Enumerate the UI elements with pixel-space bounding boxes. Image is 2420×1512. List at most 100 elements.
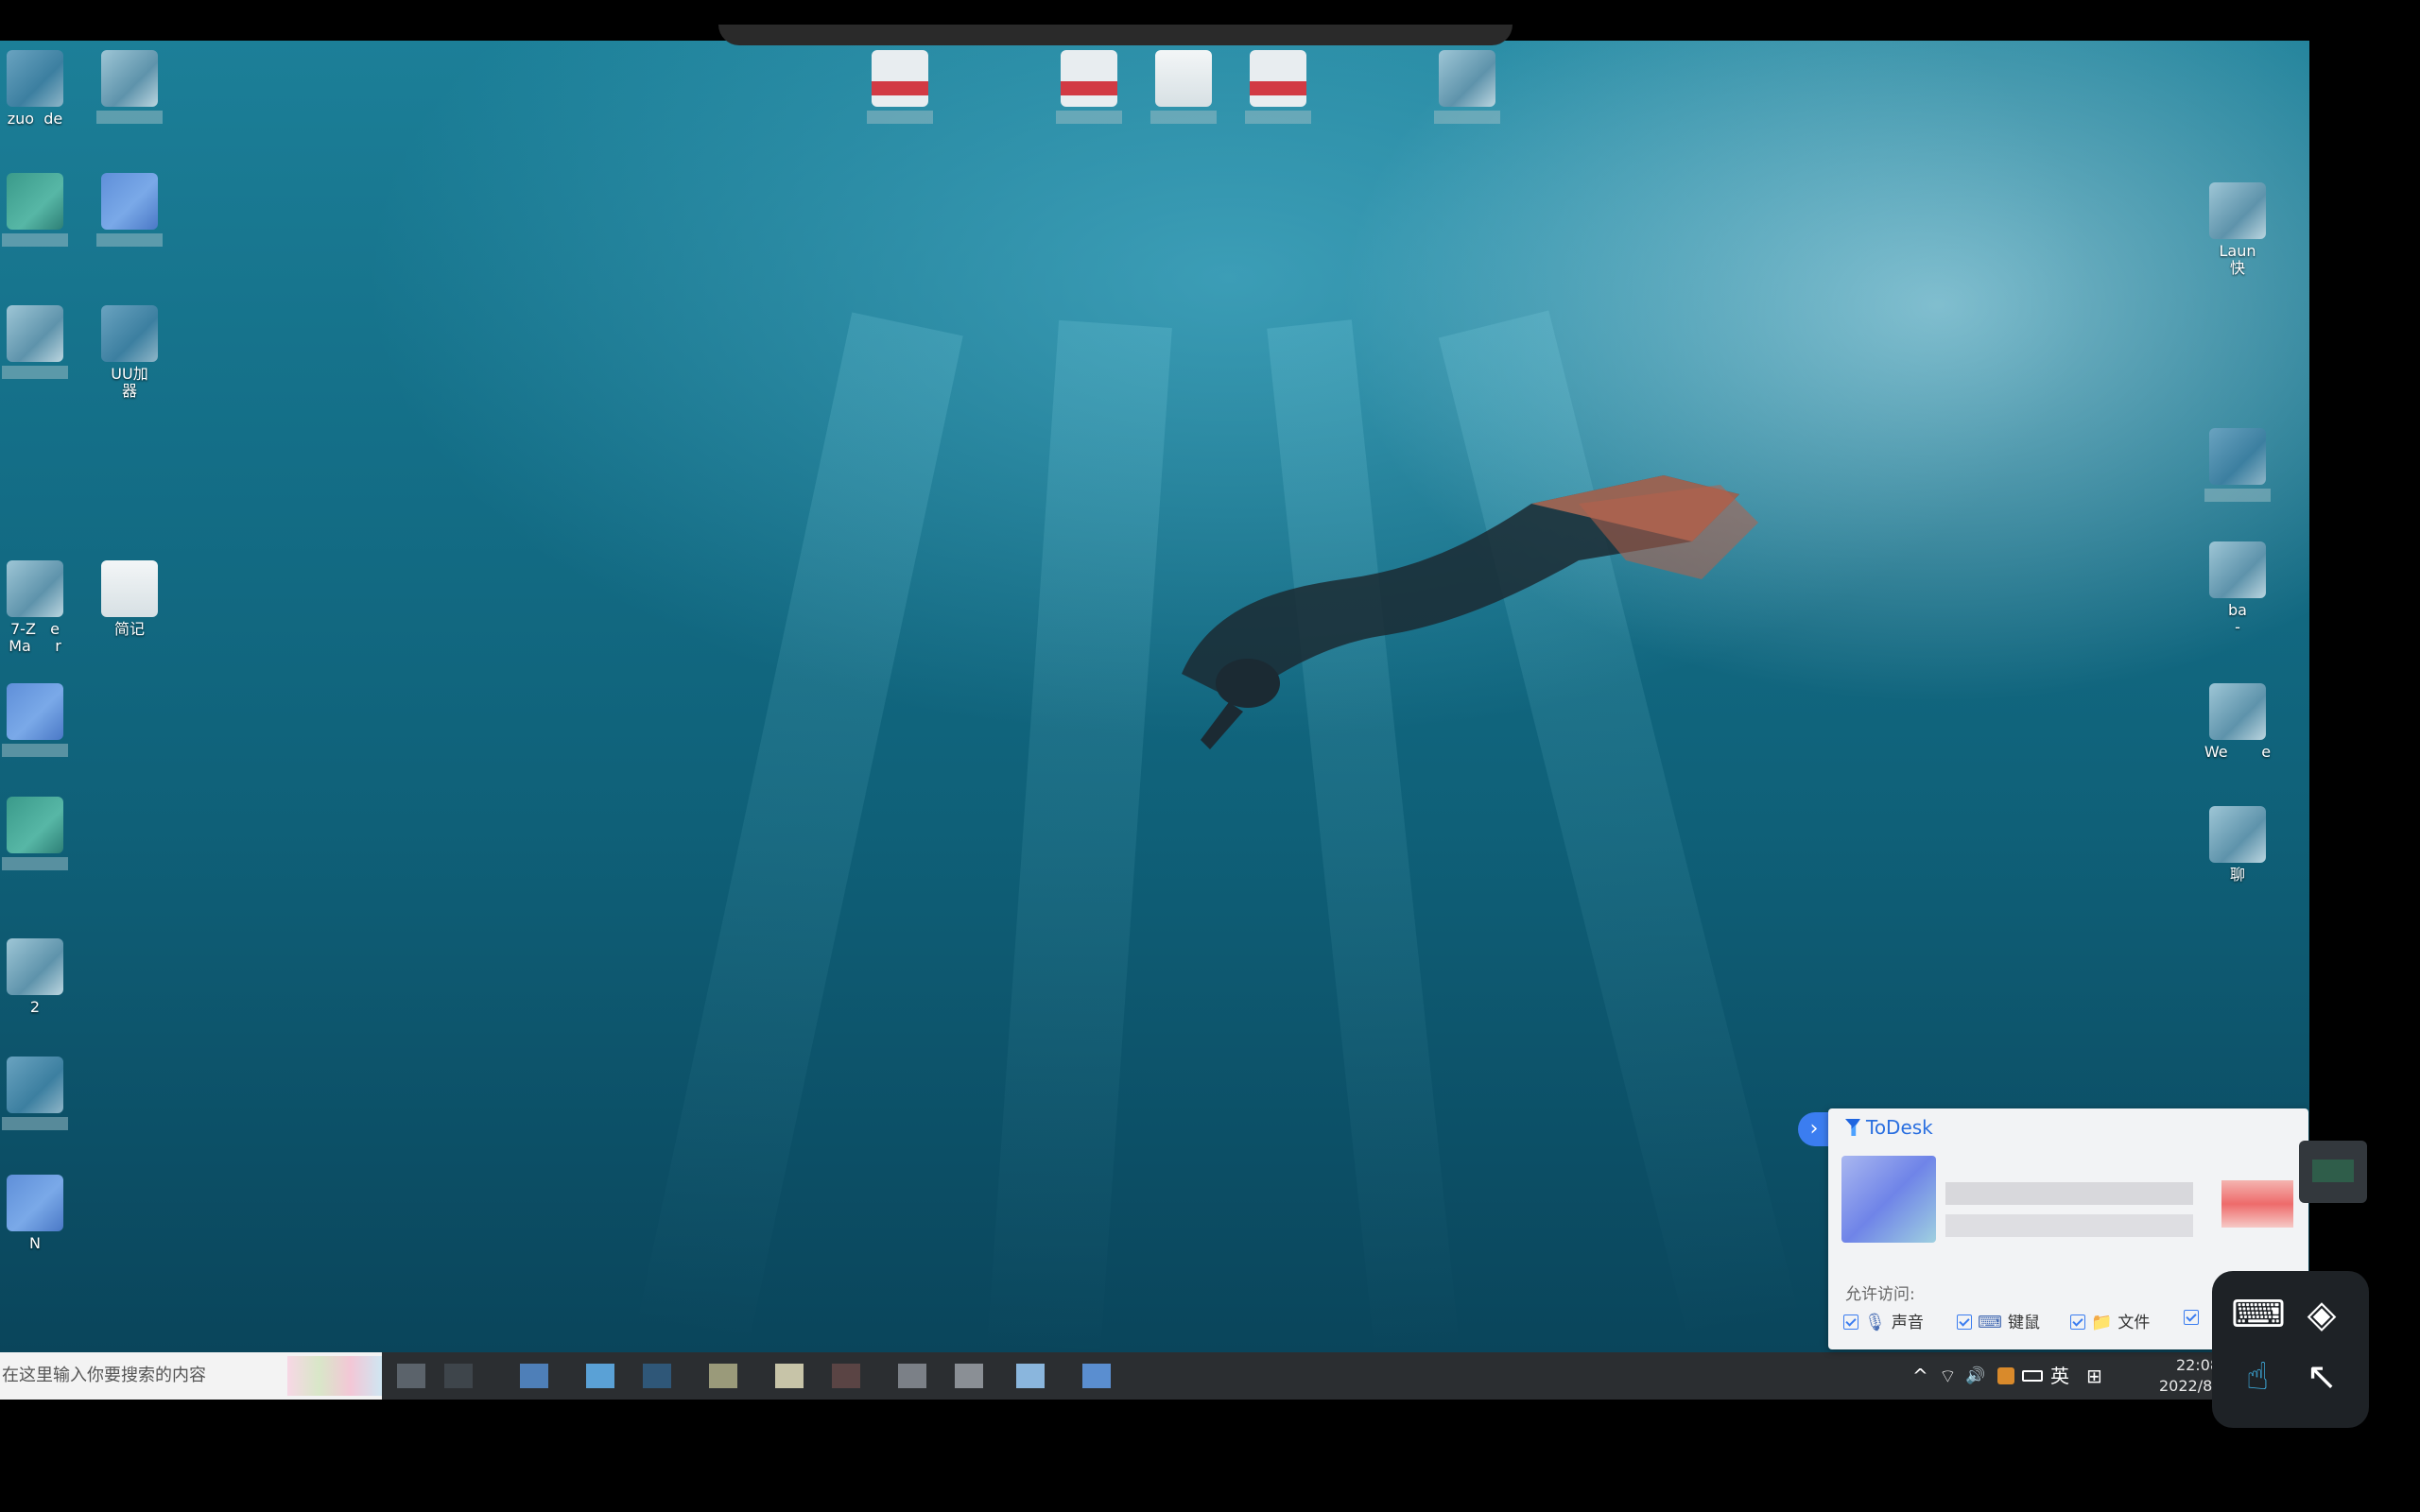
icon-5[interactable] — [0, 305, 70, 379]
perm-keyboard-mouse-icon: ⌨ — [1978, 1313, 2002, 1332]
perm-file-icon: 📁 — [2091, 1313, 2113, 1332]
keyboard-icon[interactable]: ⌨ — [2231, 1288, 2286, 1341]
icon-7zip[interactable]: 7-Z e Ma r — [0, 560, 70, 655]
perm-more-checkbox[interactable] — [2184, 1310, 2199, 1325]
perm-file-checkbox[interactable] — [2070, 1314, 2085, 1330]
tray-chevron-icon[interactable]: ^ — [1912, 1364, 1928, 1388]
icon-uu[interactable]: UU加器 — [95, 305, 164, 400]
icon-2-label-redacted — [96, 111, 163, 124]
taskbar-app-3[interactable] — [520, 1364, 548, 1388]
taskbar-app-7[interactable] — [775, 1364, 804, 1388]
right-icon-launcher-image — [2209, 182, 2266, 239]
search-highlight-image — [287, 1356, 382, 1396]
icon-10[interactable] — [0, 797, 70, 870]
icon-10-image — [7, 797, 63, 853]
right-icon-launcher-label: Laun — [2219, 242, 2256, 260]
top-file-3[interactable] — [1149, 50, 1219, 124]
todesk-device-name — [1945, 1182, 2193, 1205]
top-file-2-label-redacted — [1056, 111, 1122, 124]
icon-2-image — [101, 50, 158, 107]
icon-3-image — [7, 173, 63, 230]
remote-top-strip — [718, 25, 1512, 45]
icon-1-image — [7, 50, 63, 107]
right-icon-launcher[interactable]: Laun 快 — [2203, 182, 2273, 277]
tray-app-icon[interactable] — [1997, 1367, 2014, 1384]
icon-11-image — [7, 938, 63, 995]
perm-keyboard-mouse-checkbox[interactable] — [1957, 1314, 1972, 1330]
top-file-3-label-redacted — [1150, 111, 1217, 124]
icon-7zip-label: 7-Z e — [9, 620, 60, 638]
todesk-collapse-button[interactable]: › — [1798, 1112, 1830, 1146]
touch-mode-icon[interactable]: ☝ — [2231, 1350, 2284, 1403]
icon-4-label-redacted — [96, 233, 163, 247]
top-file-5[interactable] — [1432, 50, 1502, 124]
icon-7zip-label: Ma r — [9, 637, 61, 655]
perm-file[interactable]: 📁 文件 — [2070, 1309, 2150, 1332]
icon-13[interactable]: N — [0, 1175, 70, 1252]
right-icon-ba-image — [2209, 541, 2266, 598]
battery-icon[interactable] — [2022, 1370, 2043, 1382]
perm-sound-checkbox[interactable] — [1843, 1314, 1858, 1330]
icon-11[interactable]: 2 — [0, 938, 70, 1016]
todesk-disconnect-button[interactable] — [2221, 1180, 2293, 1228]
icon-4[interactable] — [95, 173, 164, 247]
perm-keyboard-mouse[interactable]: ⌨ 键鼠 — [1957, 1309, 2040, 1332]
taskbar-app-4[interactable] — [586, 1364, 614, 1388]
icon-10-label-redacted — [2, 857, 68, 870]
taskbar-app-1[interactable] — [397, 1364, 425, 1388]
icon-notes-label: 简记 — [113, 620, 145, 638]
ime-mode-icon[interactable]: ⊞ — [2086, 1364, 2102, 1388]
icon-12-image — [7, 1057, 63, 1113]
layers-icon[interactable]: ◈ — [2295, 1288, 2348, 1341]
icon-2[interactable] — [95, 50, 164, 124]
right-icon-qq[interactable] — [2203, 428, 2273, 502]
taskbar-app-5[interactable] — [643, 1364, 671, 1388]
icon-notes[interactable]: 简记 — [95, 560, 164, 638]
top-file-1-label-redacted — [867, 111, 933, 124]
diver-image — [1182, 475, 1758, 749]
right-icon-blue-image — [2209, 806, 2266, 863]
perm-file-label: 文件 — [2118, 1314, 2151, 1332]
icon-7zip-image — [7, 560, 63, 617]
right-icon-blue[interactable]: 聊 — [2203, 806, 2273, 884]
todesk-logo-icon — [1845, 1119, 1860, 1136]
taskbar-app-10[interactable] — [955, 1364, 983, 1388]
top-file-1[interactable] — [865, 50, 935, 124]
right-icon-launcher-label: 快 — [2229, 259, 2245, 277]
remote-side-tab[interactable] — [2299, 1141, 2367, 1203]
icon-4-image — [101, 173, 158, 230]
taskbar-app-6[interactable] — [709, 1364, 737, 1388]
todesk-device-id — [1945, 1214, 2193, 1237]
icon-1[interactable]: zuo de — [0, 50, 70, 128]
icon-9[interactable] — [0, 683, 70, 757]
volume-icon[interactable]: 🔊 — [1965, 1364, 1985, 1388]
right-icon-we-label: We e — [2204, 743, 2272, 761]
top-file-4-label-redacted — [1245, 111, 1311, 124]
top-file-4[interactable] — [1243, 50, 1313, 124]
cursor-mode-icon[interactable]: ↖ — [2295, 1350, 2348, 1403]
perm-sound[interactable]: 🎙 声音 — [1843, 1309, 1924, 1332]
top-file-4-image — [1250, 50, 1306, 107]
taskbar-app-9[interactable] — [898, 1364, 926, 1388]
perm-more[interactable] — [2184, 1309, 2204, 1328]
perm-sound-label: 声音 — [1891, 1314, 1924, 1332]
network-icon[interactable]: ⌔ — [1939, 1364, 1957, 1388]
ime-language[interactable]: 英 — [2050, 1364, 2069, 1388]
right-icon-blue-label: 聊 — [2229, 866, 2245, 884]
taskbar: 在这里输入你要搜索的内容 ^ ⌔ 🔊 英 ⊞ — [0, 1352, 2309, 1400]
perm-sound-icon: 🎙 — [1864, 1313, 1886, 1332]
todesk-avatar — [1841, 1156, 1936, 1243]
taskbar-app-8[interactable] — [832, 1364, 860, 1388]
perm-keyboard-mouse-label: 键鼠 — [2007, 1314, 2040, 1332]
top-file-2[interactable] — [1054, 50, 1124, 124]
icon-12[interactable] — [0, 1057, 70, 1130]
right-icon-ba[interactable]: ba - — [2203, 541, 2273, 636]
right-icon-we[interactable]: We e — [2203, 683, 2273, 761]
taskbar-app-12[interactable] — [1082, 1364, 1111, 1388]
icon-3[interactable] — [0, 173, 70, 247]
icon-uu-image — [101, 305, 158, 362]
icon-13-label: N — [29, 1234, 41, 1252]
taskbar-app-11[interactable] — [1016, 1364, 1045, 1388]
taskbar-app-2[interactable] — [444, 1364, 473, 1388]
right-icon-ba-label: ba — [2228, 601, 2247, 619]
